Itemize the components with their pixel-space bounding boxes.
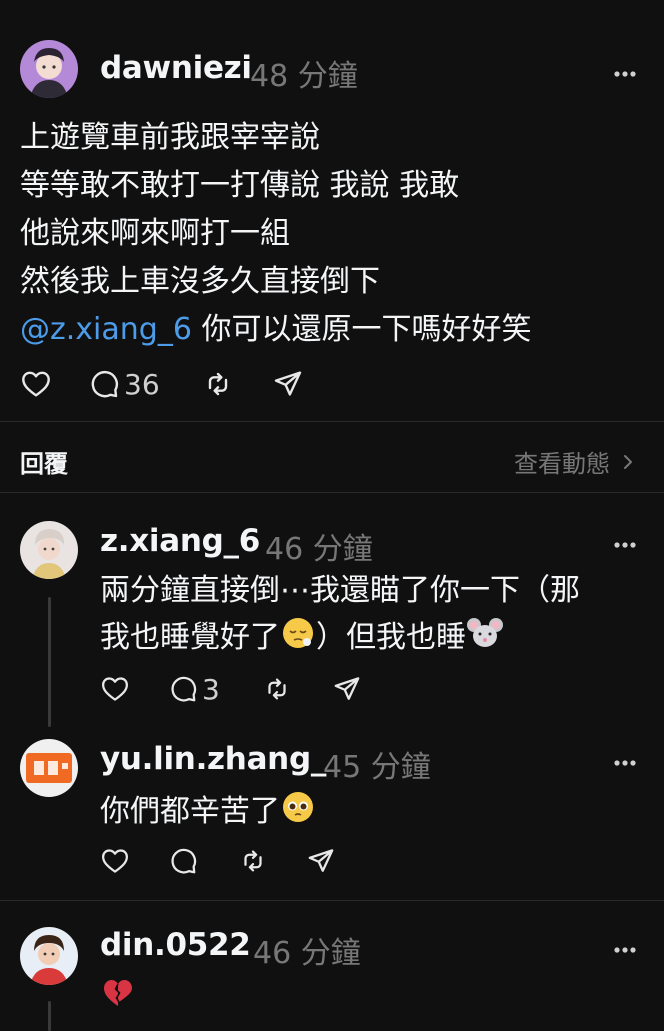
comment-button[interactable]: 3 bbox=[168, 671, 220, 707]
comment-icon bbox=[171, 676, 197, 702]
reply-item: z.xiang_6 46 分鐘 兩分鐘直接倒⋯我還瞄了你一下（那 我也睡覺好了 ）… bbox=[0, 493, 664, 733]
broken-heart-emoji bbox=[100, 975, 136, 1022]
comment-button[interactable]: 36 bbox=[88, 366, 160, 402]
view-activity-label: 查看動態 bbox=[514, 450, 610, 478]
post-line-4: 然後我上車沒多久直接倒下 bbox=[20, 264, 380, 299]
heart-icon bbox=[22, 371, 50, 397]
reply-time: 46 分鐘 bbox=[265, 532, 373, 567]
repost-icon bbox=[208, 372, 228, 396]
mention-link[interactable]: @z.xiang_6 bbox=[20, 312, 192, 347]
reply-item: yu.lin.zhang_ 45 分鐘 你們都辛苦了 bbox=[0, 735, 664, 899]
pleading-face-emoji bbox=[280, 789, 316, 836]
heart-icon bbox=[102, 849, 128, 873]
reply-username[interactable]: din.0522 bbox=[100, 927, 251, 963]
reply-time: 45 分鐘 bbox=[323, 750, 431, 785]
thread-line bbox=[48, 597, 51, 727]
more-icon[interactable] bbox=[612, 940, 642, 953]
reply-line-1-text: 你們都辛苦了 bbox=[100, 794, 280, 829]
like-button[interactable] bbox=[20, 366, 52, 402]
post-line-3: 他說來啊來啊打一組 bbox=[20, 216, 290, 251]
like-button[interactable] bbox=[100, 671, 130, 707]
reply-line-1: 你們都辛苦了 bbox=[100, 789, 316, 836]
share-button[interactable] bbox=[272, 366, 304, 402]
post-time: 48 分鐘 bbox=[250, 59, 358, 94]
replies-label: 回覆 bbox=[20, 450, 68, 478]
post-username[interactable]: dawniezi bbox=[100, 50, 252, 86]
avatar-yu-lin-zhang[interactable] bbox=[20, 739, 78, 797]
reply-username[interactable]: z.xiang_6 bbox=[100, 523, 260, 559]
share-button[interactable] bbox=[332, 671, 362, 707]
repost-button[interactable] bbox=[238, 843, 268, 879]
share-button[interactable] bbox=[306, 843, 336, 879]
reply-line-1 bbox=[100, 975, 136, 1022]
reply-actions bbox=[100, 843, 380, 879]
reply-item: din.0522 46 分鐘 bbox=[0, 901, 664, 1031]
heart-icon bbox=[102, 677, 128, 701]
more-icon[interactable] bbox=[612, 64, 642, 77]
post-line-2: 等等敢不敢打一打傳說 我說 我敢 bbox=[20, 168, 460, 203]
mouse-face-emoji bbox=[466, 615, 504, 662]
reply-count: 36 bbox=[124, 367, 160, 401]
repost-icon bbox=[244, 850, 262, 872]
comment-icon bbox=[91, 370, 119, 398]
sleepy-face-emoji bbox=[280, 615, 316, 662]
repost-button[interactable] bbox=[202, 366, 234, 402]
chevron-right-icon bbox=[624, 454, 632, 469]
like-button[interactable] bbox=[100, 843, 130, 879]
comment-icon bbox=[171, 848, 197, 874]
repost-button[interactable] bbox=[262, 671, 292, 707]
post-line-1: 上遊覽車前我跟宰宰說 bbox=[20, 120, 320, 155]
avatar-dawniezi[interactable] bbox=[20, 40, 78, 98]
reply-line-1: 兩分鐘直接倒⋯我還瞄了你一下（那 bbox=[100, 573, 580, 608]
post-line-5-text: 你可以還原一下嗎好好笑 bbox=[191, 312, 532, 347]
repost-icon bbox=[268, 678, 286, 700]
reply-line-2-b: ）但我也睡 bbox=[316, 620, 466, 655]
reply-username[interactable]: yu.lin.zhang_ bbox=[100, 741, 326, 777]
replies-bar: 回覆 查看動態 bbox=[0, 422, 664, 492]
share-icon bbox=[308, 849, 334, 872]
view-activity-link[interactable]: 查看動態 bbox=[514, 444, 638, 479]
comment-button[interactable] bbox=[168, 843, 198, 879]
reply-count: 3 bbox=[202, 672, 220, 706]
share-icon bbox=[334, 677, 360, 700]
reply-time: 46 分鐘 bbox=[253, 936, 361, 971]
thread-line bbox=[48, 1001, 51, 1031]
more-icon[interactable] bbox=[612, 753, 642, 766]
post-actions: 36 bbox=[20, 366, 320, 402]
avatar-z-xiang[interactable] bbox=[20, 521, 78, 579]
post-line-5: @z.xiang_6 你可以還原一下嗎好好笑 bbox=[20, 310, 531, 350]
avatar-din[interactable] bbox=[20, 927, 78, 985]
main-post: dawniezi 48 分鐘 上遊覽車前我跟宰宰說 等等敢不敢打一打傳說 我說 … bbox=[0, 0, 664, 420]
reply-line-2: 我也睡覺好了 ）但我也睡 bbox=[100, 615, 504, 662]
reply-line-2-a: 我也睡覺好了 bbox=[100, 620, 280, 655]
share-icon bbox=[274, 371, 302, 396]
reply-actions: 3 bbox=[100, 671, 380, 707]
more-icon[interactable] bbox=[612, 535, 642, 548]
